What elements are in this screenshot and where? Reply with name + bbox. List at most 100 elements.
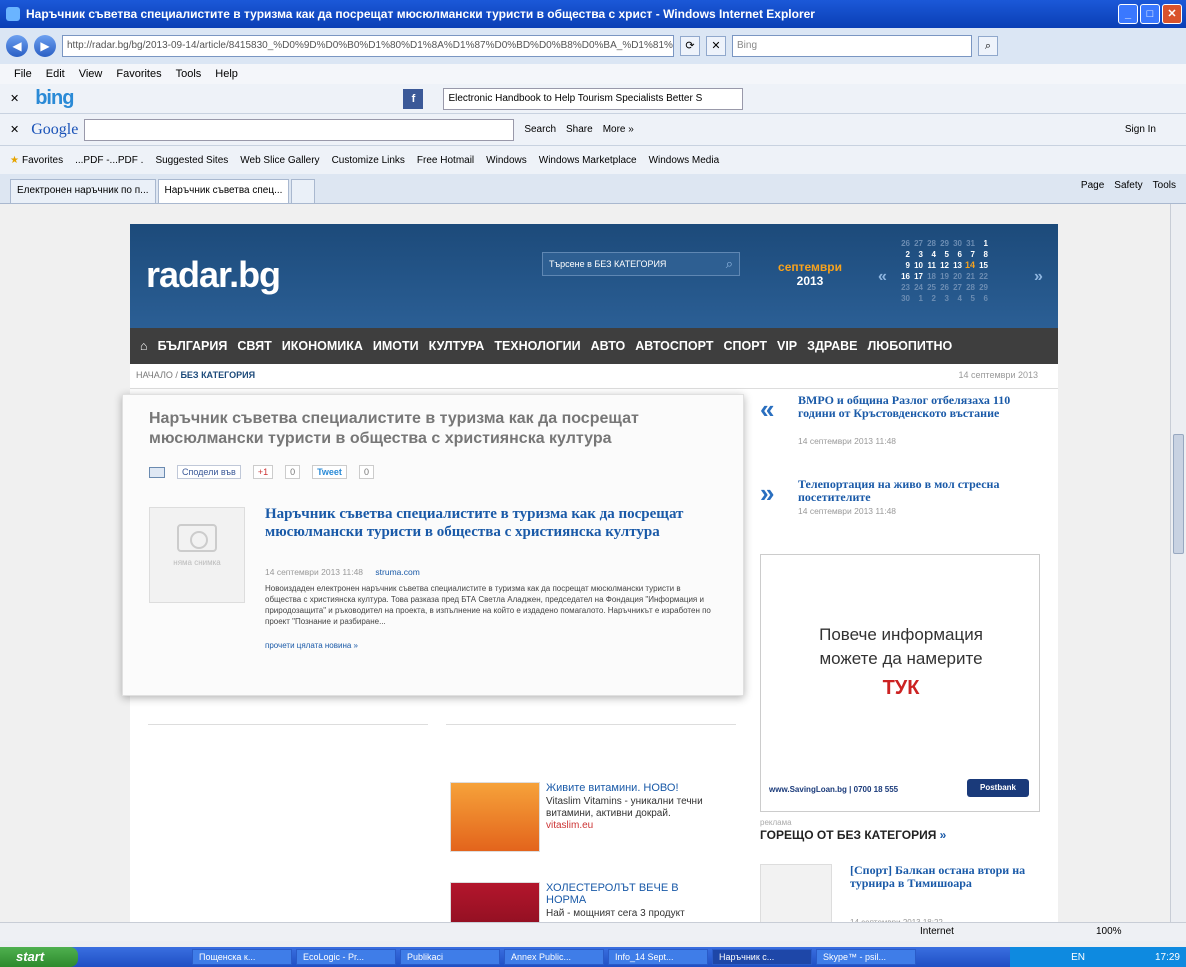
calendar-day[interactable]: 26 [900, 238, 910, 249]
nav-item[interactable]: ИКОНОМИКА [282, 339, 363, 353]
calendar-day[interactable]: 19 [939, 271, 949, 282]
close-button[interactable]: ✕ [1162, 4, 1182, 24]
menu-edit[interactable]: Edit [46, 64, 65, 84]
side-news-title[interactable]: ВМРО и община Разлог отбелязаха 110 годи… [798, 394, 1028, 420]
next-month-icon[interactable]: » [1034, 268, 1043, 286]
calendar-day[interactable]: 14 [965, 260, 975, 271]
tab-2-active[interactable]: Наръчник съветва спец... [157, 179, 290, 203]
ad-title[interactable]: ХОЛЕСТЕРОЛЪТ ВЕЧЕ В НОРМА [546, 882, 706, 906]
tools-menu[interactable]: Tools [1153, 180, 1176, 191]
calendar-day[interactable]: 28 [965, 282, 975, 293]
nav-item[interactable]: ЗДРАВЕ [807, 339, 857, 353]
new-tab-button[interactable] [291, 179, 316, 203]
google-signin-button[interactable]: Sign In [1125, 124, 1156, 135]
nav-item[interactable]: БЪЛГАРИЯ [158, 339, 228, 353]
calendar-day[interactable]: 24 [913, 282, 923, 293]
calendar-day[interactable]: 30 [900, 293, 910, 304]
calendar-day[interactable]: 4 [952, 293, 962, 304]
calendar-day[interactable]: 2 [900, 249, 910, 260]
calendar-day[interactable]: 20 [952, 271, 962, 282]
close-toolbar-icon[interactable]: ✕ [10, 123, 19, 136]
facebook-share-button[interactable]: Сподели във [177, 465, 241, 479]
calendar-day[interactable]: 17 [913, 271, 923, 282]
article-source-link[interactable]: struma.com [375, 567, 419, 577]
calendar-day[interactable]: 29 [978, 282, 988, 293]
side-news-title[interactable]: Телепортация на живо в мол стресна посет… [798, 478, 1028, 504]
calendar-day[interactable]: 10 [913, 260, 923, 271]
calendar-day[interactable]: 8 [978, 249, 988, 260]
calendar-day[interactable]: 9 [900, 260, 910, 271]
ad-url[interactable]: vitaslim.eu [546, 820, 593, 831]
ad-item[interactable]: Живите витамини. НОВО! Vitaslim Vitamins… [450, 782, 710, 882]
nav-item[interactable]: АВТОСПОРТ [635, 339, 713, 353]
search-icon[interactable]: ⌕ [726, 253, 733, 275]
safety-menu[interactable]: Safety [1114, 180, 1142, 191]
close-toolbar-icon[interactable]: ✕ [10, 92, 19, 105]
calendar-day[interactable]: 28 [926, 238, 936, 249]
calendar-day[interactable]: 27 [952, 282, 962, 293]
start-button[interactable]: start [0, 947, 78, 967]
home-icon[interactable]: ⌂ [140, 339, 148, 353]
fav-item[interactable]: Free Hotmail [417, 155, 474, 166]
nav-item[interactable]: КУЛТУРА [429, 339, 485, 353]
nav-item[interactable]: ТЕХНОЛОГИИ [494, 339, 580, 353]
forward-button[interactable]: ▶ [34, 35, 56, 57]
calendar-day[interactable]: 15 [978, 260, 988, 271]
ad-banner[interactable]: Повече информация можете да намерите ТУК … [760, 554, 1040, 812]
menu-favorites[interactable]: Favorites [116, 64, 161, 84]
gplus-button[interactable]: +1 [252, 465, 274, 479]
ad-title[interactable]: Живите витамини. НОВО! [546, 782, 706, 794]
mail-icon[interactable] [149, 466, 165, 478]
calendar-day[interactable]: 18 [926, 271, 936, 282]
menu-help[interactable]: Help [215, 64, 238, 84]
calendar-day[interactable]: 25 [926, 282, 936, 293]
calendar-day[interactable]: 3 [939, 293, 949, 304]
banner-cta[interactable]: ТУК [761, 677, 1041, 700]
nav-item[interactable]: ЛЮБОПИТНО [868, 339, 953, 353]
menu-file[interactable]: File [14, 64, 32, 84]
browser-search-input[interactable]: Bing [732, 35, 972, 57]
side-news-item[interactable]: » Телепортация на живо в мол стресна пос… [760, 478, 1050, 562]
scroll-thumb[interactable] [1173, 434, 1184, 554]
calendar-day[interactable]: 16 [900, 271, 910, 282]
calendar-day[interactable]: 13 [952, 260, 962, 271]
side-news-item[interactable]: « ВМРО и община Разлог отбелязаха 110 го… [760, 394, 1050, 478]
fav-item[interactable]: Windows Media [649, 155, 720, 166]
bing-search-input[interactable]: Electronic Handbook to Help Tourism Spec… [443, 87, 744, 110]
calendar-day[interactable]: 29 [939, 238, 949, 249]
nav-item[interactable]: АВТО [591, 339, 626, 353]
calendar-day[interactable]: 2 [926, 293, 936, 304]
taskbar-item[interactable]: EcoLogic - Pr... [296, 949, 396, 965]
next-news-icon[interactable]: » [760, 478, 774, 509]
stop-button[interactable]: ✕ [706, 36, 726, 56]
google-search-button[interactable]: Search [524, 124, 556, 135]
menu-view[interactable]: View [79, 64, 103, 84]
calendar-day[interactable]: 6 [978, 293, 988, 304]
calendar-day[interactable]: 5 [939, 249, 949, 260]
read-more-link[interactable]: прочети цялата новина » [265, 641, 358, 650]
taskbar-item[interactable]: Skype™ - psil... [816, 949, 916, 965]
prev-month-icon[interactable]: « [878, 268, 887, 286]
fav-item[interactable]: Customize Links [332, 155, 405, 166]
page-menu[interactable]: Page [1081, 180, 1104, 191]
back-button[interactable]: ◀ [6, 35, 28, 57]
calendar-day[interactable]: 11 [926, 260, 936, 271]
favorites-button[interactable]: ★ Favorites [10, 155, 63, 166]
calendar-day[interactable]: 26 [939, 282, 949, 293]
search-icon[interactable]: ⌕ [978, 36, 998, 56]
nav-item[interactable]: СПОРТ [723, 339, 767, 353]
taskbar-item[interactable]: Наръчник с... [712, 949, 812, 965]
calendar-day[interactable]: 6 [952, 249, 962, 260]
breadcrumb-home[interactable]: НАЧАЛО [136, 370, 173, 380]
calendar-day[interactable]: 5 [965, 293, 975, 304]
tab-1[interactable]: Електронен наръчник по п... [10, 179, 156, 203]
calendar-day[interactable]: 31 [965, 238, 975, 249]
calendar-day[interactable]: 27 [913, 238, 923, 249]
breadcrumb-current[interactable]: БЕЗ КАТЕГОРИЯ [180, 370, 255, 380]
minimize-button[interactable]: _ [1118, 4, 1138, 24]
google-share-button[interactable]: Share [566, 124, 593, 135]
calendar-day[interactable]: 3 [913, 249, 923, 260]
calendar-day[interactable]: 30 [952, 238, 962, 249]
calendar-day[interactable]: 1 [913, 293, 923, 304]
hot-news-title[interactable]: [Спорт] Балкан остана втори на турнира в… [850, 864, 1040, 890]
